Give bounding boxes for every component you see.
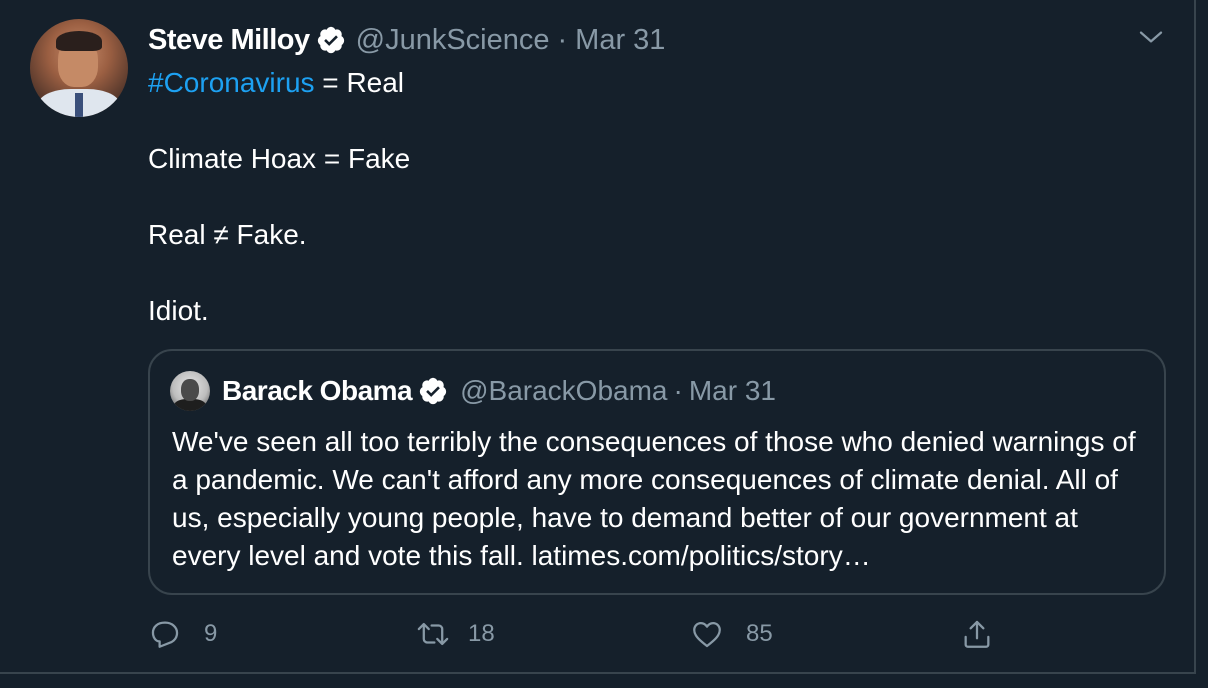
quoted-tweet[interactable]: Barack Obama @BarackObama · Mar 31 We've… — [148, 349, 1166, 595]
reply-count: 9 — [204, 620, 218, 647]
quoted-tweet-text: We've seen all too terribly the conseque… — [172, 426, 1136, 571]
header-separator: · — [557, 23, 568, 56]
quoted-author-name: Barack Obama — [222, 375, 413, 406]
tweet-line-1: #Coronavirus = Real — [148, 64, 1148, 102]
quoted-author-handle: @BarackObama — [460, 375, 668, 406]
share-icon — [964, 620, 990, 648]
hashtag-link[interactable]: #Coronavirus — [148, 67, 315, 98]
reply-button[interactable]: 9 — [148, 614, 217, 654]
retweet-icon — [417, 622, 449, 646]
author-handle[interactable]: @JunkScience — [356, 24, 550, 57]
tweet-line-4: Idiot. — [148, 295, 209, 326]
tweet-line-3: Real ≠ Fake. — [148, 219, 307, 250]
author-avatar[interactable] — [30, 19, 128, 117]
tweet-text: #Coronavirus = Real Climate Hoax = Fake … — [148, 64, 1148, 330]
retweet-button[interactable]: 18 — [416, 614, 495, 654]
quoted-header-separator: · — [673, 375, 683, 406]
quoted-author-avatar[interactable] — [170, 371, 210, 411]
like-count: 85 — [746, 620, 773, 647]
avatar-hair — [56, 31, 102, 51]
quoted-tweet-header: Barack Obama @BarackObama · Mar 31 — [222, 371, 776, 411]
verified-badge-icon — [317, 26, 344, 54]
quoted-avatar-face — [181, 379, 199, 401]
tweet-line-1-rest: = Real — [314, 67, 405, 98]
retweet-count: 18 — [468, 620, 495, 647]
tweet-card[interactable]: Steve Milloy @JunkScience · Mar 31 #Coro… — [0, 0, 1196, 674]
reply-icon — [151, 621, 179, 648]
author-name[interactable]: Steve Milloy — [148, 24, 310, 57]
tweet-line-2: Climate Hoax = Fake — [148, 143, 411, 174]
tweet-date[interactable]: Mar 31 — [575, 24, 665, 57]
share-button[interactable] — [960, 614, 994, 654]
avatar-tie — [75, 93, 83, 117]
quoted-tweet-date: Mar 31 — [688, 375, 776, 406]
heart-icon — [693, 621, 721, 648]
tweet-actions: 9 18 85 — [148, 614, 1008, 654]
tweet-header: Steve Milloy @JunkScience · Mar 31 — [148, 20, 665, 60]
like-button[interactable]: 85 — [690, 614, 773, 654]
chevron-down-icon[interactable] — [1136, 22, 1166, 52]
verified-badge-icon — [419, 377, 447, 405]
